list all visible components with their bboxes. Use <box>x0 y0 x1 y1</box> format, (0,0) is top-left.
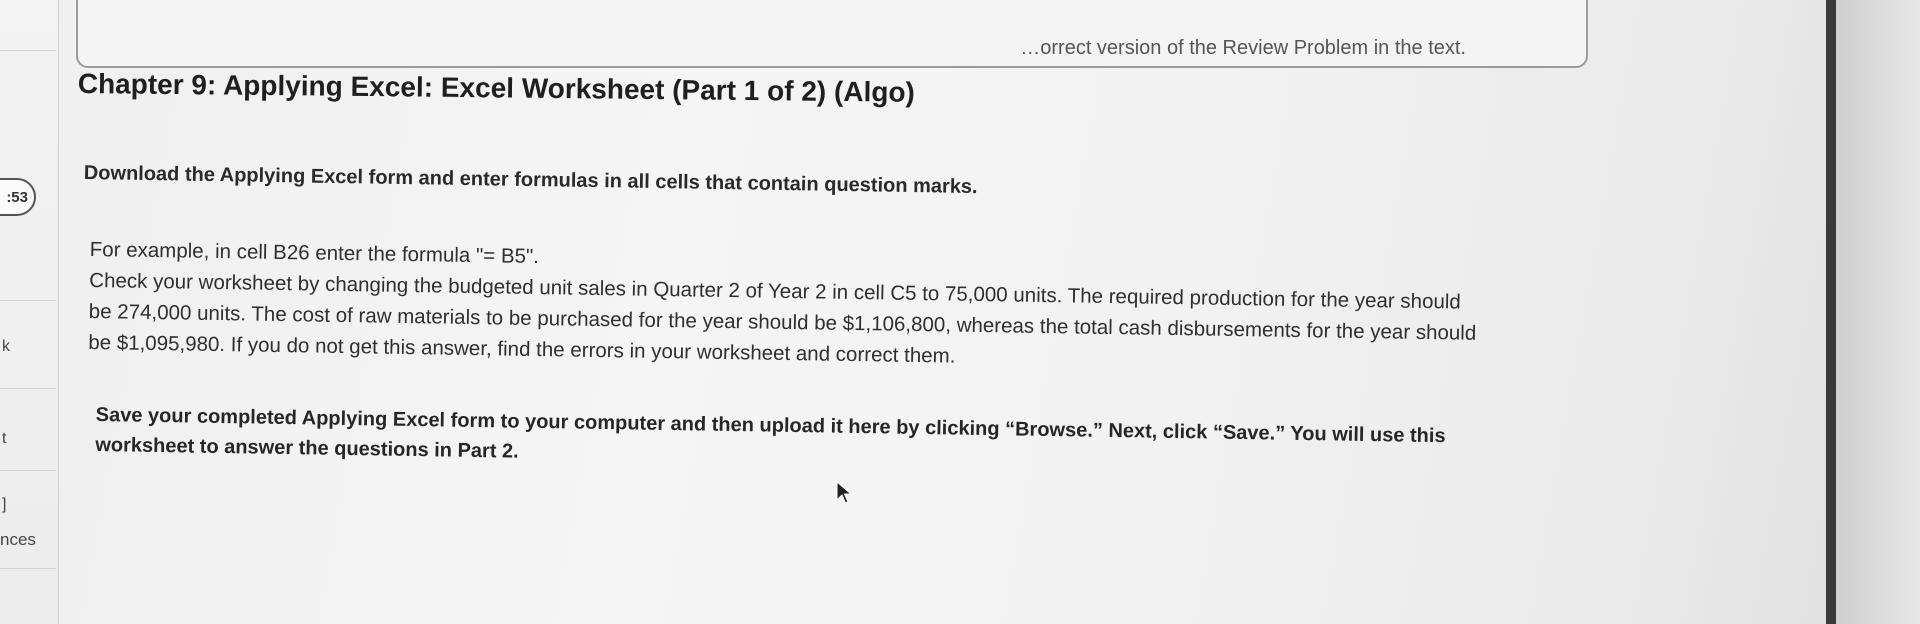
timer-text: :53 <box>6 188 28 206</box>
sidebar-divider <box>0 568 56 569</box>
instruction-text: Download the Applying Excel form and ent… <box>83 162 978 199</box>
sidebar-divider <box>0 388 56 389</box>
sidebar-item-prev[interactable]: k <box>2 338 10 356</box>
save-instructions: Save your completed Applying Excel form … <box>95 400 1446 481</box>
sidebar-divider <box>0 300 56 301</box>
sidebar-item-next[interactable]: t <box>2 430 6 448</box>
left-sidebar: :53 k t ] nces <box>0 0 59 624</box>
example-paragraph: For example, in cell B26 enter the formu… <box>88 234 1477 380</box>
page-title: Chapter 9: Applying Excel: Excel Workshe… <box>77 68 916 108</box>
timer-badge[interactable]: :53 <box>0 178 36 216</box>
previous-question-box: …orrect version of the Review Problem in… <box>76 0 1588 68</box>
sidebar-item-references-icon[interactable]: ] <box>2 496 6 514</box>
screen-bezel-edge <box>1826 0 1836 624</box>
right-margin-area <box>1836 0 1920 624</box>
sidebar-divider <box>0 470 56 471</box>
sidebar-item-references-label[interactable]: nces <box>0 530 36 550</box>
sidebar-divider <box>0 50 56 51</box>
previous-question-text: …orrect version of the Review Problem in… <box>1020 37 1466 59</box>
